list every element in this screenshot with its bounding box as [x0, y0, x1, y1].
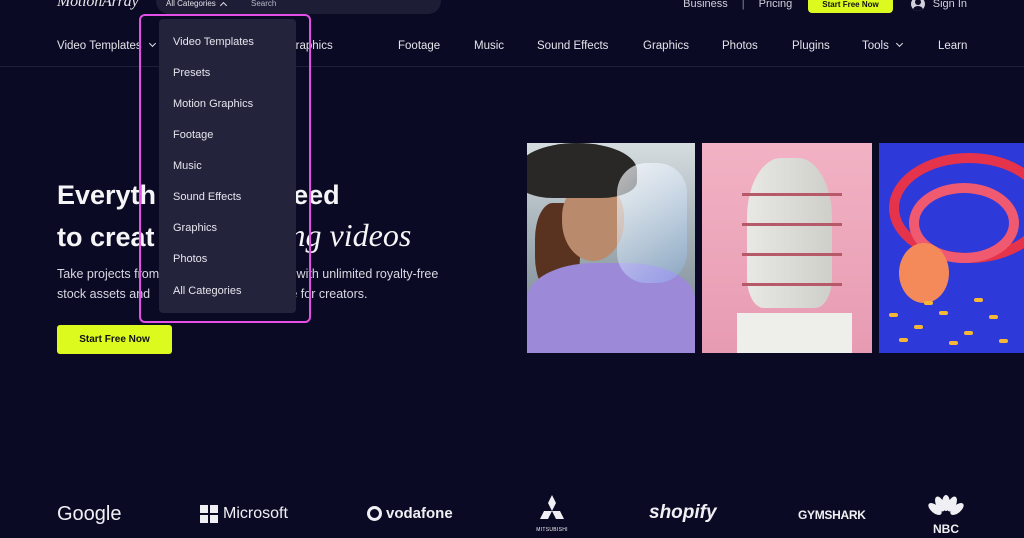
- top-bar: MotionArray All Categories Search Busine…: [0, 0, 1024, 16]
- nav-item-tools[interactable]: Tools: [862, 39, 903, 52]
- shopify-logo: shopify: [649, 502, 717, 523]
- hero-image-abstract: [879, 143, 1024, 353]
- microsoft-grid-icon: [200, 505, 218, 523]
- dropdown-item-presets[interactable]: Presets: [173, 67, 210, 79]
- nbc-peacock-icon: [928, 495, 964, 515]
- pricing-link[interactable]: Pricing: [759, 0, 793, 10]
- nav-item-sound-effects[interactable]: Sound Effects: [537, 40, 608, 52]
- category-dropdown: Video Templates Presets Motion Graphics …: [159, 19, 296, 313]
- vodafone-logo: vodafone: [367, 505, 453, 522]
- main-nav: Video Templates Motion Graphics Footage …: [0, 39, 1024, 67]
- chevron-down-icon: [895, 39, 903, 48]
- category-select-label: All Categories: [166, 0, 216, 8]
- sign-in-link[interactable]: Sign In: [933, 0, 967, 10]
- header-separator: |: [741, 0, 745, 10]
- mitsubishi-logo: MITSUBISHI: [532, 495, 572, 538]
- nav-item-music[interactable]: Music: [474, 40, 504, 52]
- dropdown-item-video-templates[interactable]: Video Templates: [173, 36, 254, 48]
- chevron-down-icon: [148, 39, 156, 48]
- dropdown-item-graphics[interactable]: Graphics: [173, 222, 217, 234]
- hero-image-person: [527, 143, 695, 353]
- microsoft-logo: Microsoft: [200, 505, 288, 523]
- nav-item-graphics[interactable]: Graphics: [643, 40, 689, 52]
- search-bar: All Categories Search: [156, 0, 441, 14]
- dropdown-item-all-categories[interactable]: All Categories: [173, 285, 241, 297]
- start-free-button[interactable]: Start Free Now: [57, 325, 172, 354]
- search-input[interactable]: Search: [251, 0, 276, 8]
- dropdown-item-motion-graphics[interactable]: Motion Graphics: [173, 98, 253, 110]
- hero-image-bust: [702, 143, 872, 353]
- chevron-up-icon: [219, 1, 227, 9]
- mitsubishi-diamonds-icon: [540, 495, 564, 519]
- category-select[interactable]: All Categories: [166, 0, 227, 9]
- client-logos: Google Microsoft vodafone MITSUBISHI sho…: [0, 495, 1024, 538]
- motionarray-logo[interactable]: MotionArray: [57, 0, 139, 11]
- start-free-button-header[interactable]: Start Free Now: [808, 0, 893, 13]
- google-logo: Google: [57, 503, 122, 525]
- dropdown-item-photos[interactable]: Photos: [173, 253, 207, 265]
- business-link[interactable]: Business: [683, 0, 728, 10]
- nav-item-learn[interactable]: Learn: [938, 40, 967, 52]
- gymshark-logo: GYMSHARK: [798, 508, 866, 522]
- dropdown-item-footage[interactable]: Footage: [173, 129, 213, 141]
- dropdown-item-music[interactable]: Music: [173, 160, 202, 172]
- nbc-logo: NBC: [926, 495, 966, 538]
- nav-item-video-templates[interactable]: Video Templates: [57, 39, 156, 52]
- nav-item-plugins[interactable]: Plugins: [792, 40, 830, 52]
- dropdown-item-sound-effects[interactable]: Sound Effects: [173, 191, 241, 203]
- vodafone-ring-icon: [367, 506, 382, 521]
- nav-item-footage[interactable]: Footage: [398, 40, 440, 52]
- user-icon[interactable]: [910, 0, 925, 11]
- nav-item-photos[interactable]: Photos: [722, 40, 758, 52]
- header-actions: Business | Pricing Start Free Now Sign I…: [683, 0, 1024, 13]
